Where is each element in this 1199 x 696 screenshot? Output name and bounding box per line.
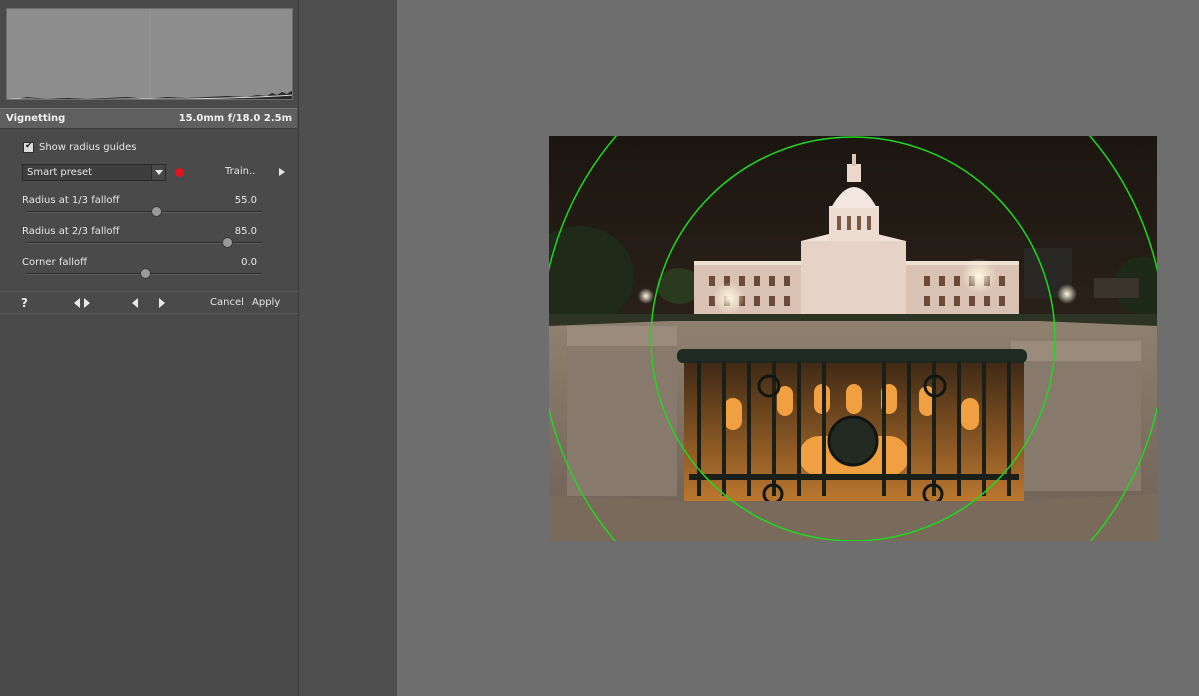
slider-label: Radius at 2/3 falloff bbox=[22, 226, 120, 237]
slider-value: 55.0 bbox=[234, 195, 257, 206]
lens-info: 15.0mm f/18.0 2.5m bbox=[178, 113, 292, 124]
histogram bbox=[6, 8, 293, 100]
vignetting-section-header[interactable]: Vignetting 15.0mm f/18.0 2.5m bbox=[0, 108, 297, 129]
divider bbox=[0, 313, 298, 314]
play-arrow-icon[interactable] bbox=[279, 168, 285, 176]
show-radius-guides-checkbox[interactable] bbox=[23, 141, 34, 153]
slider-thumb[interactable] bbox=[139, 268, 151, 279]
radius-two-thirds-slider[interactable]: Radius at 2/3 falloff 85.0 bbox=[22, 226, 262, 256]
app-window: Vignetting 15.0mm f/18.0 2.5m Show radiu… bbox=[0, 0, 1199, 696]
image-canvas[interactable] bbox=[397, 0, 1199, 696]
record-indicator-icon bbox=[175, 168, 184, 177]
slider-label: Radius at 1/3 falloff bbox=[22, 195, 120, 206]
apply-button[interactable]: Apply bbox=[252, 297, 280, 308]
previous-icon[interactable] bbox=[132, 298, 138, 308]
panel-gutter bbox=[299, 0, 397, 696]
cancel-button[interactable]: Cancel bbox=[210, 297, 244, 308]
preset-value: Smart preset bbox=[27, 167, 93, 178]
slider-track[interactable] bbox=[27, 211, 262, 213]
preset-dropdown[interactable]: Smart preset bbox=[22, 164, 166, 181]
slider-value: 0.0 bbox=[241, 257, 257, 268]
train-button[interactable]: Train.. bbox=[225, 166, 255, 177]
section-title: Vignetting bbox=[6, 113, 66, 124]
show-radius-guides-row[interactable]: Show radius guides bbox=[23, 140, 136, 154]
slider-label: Corner falloff bbox=[22, 257, 88, 268]
slider-thumb[interactable] bbox=[221, 237, 233, 248]
corner-falloff-slider[interactable]: Corner falloff 0.0 bbox=[22, 257, 262, 287]
slider-value: 85.0 bbox=[234, 226, 257, 237]
slider-thumb[interactable] bbox=[151, 206, 163, 217]
show-radius-guides-label: Show radius guides bbox=[39, 141, 137, 153]
next-icon[interactable] bbox=[159, 298, 165, 308]
help-button[interactable]: ? bbox=[21, 296, 28, 310]
left-panel: Vignetting 15.0mm f/18.0 2.5m Show radiu… bbox=[0, 0, 299, 696]
compare-arrows-icon[interactable] bbox=[74, 298, 90, 308]
chevron-down-icon[interactable] bbox=[151, 165, 165, 180]
radius-third-slider[interactable]: Radius at 1/3 falloff 55.0 bbox=[22, 195, 262, 225]
preview-image[interactable] bbox=[549, 136, 1157, 541]
divider bbox=[0, 291, 298, 292]
